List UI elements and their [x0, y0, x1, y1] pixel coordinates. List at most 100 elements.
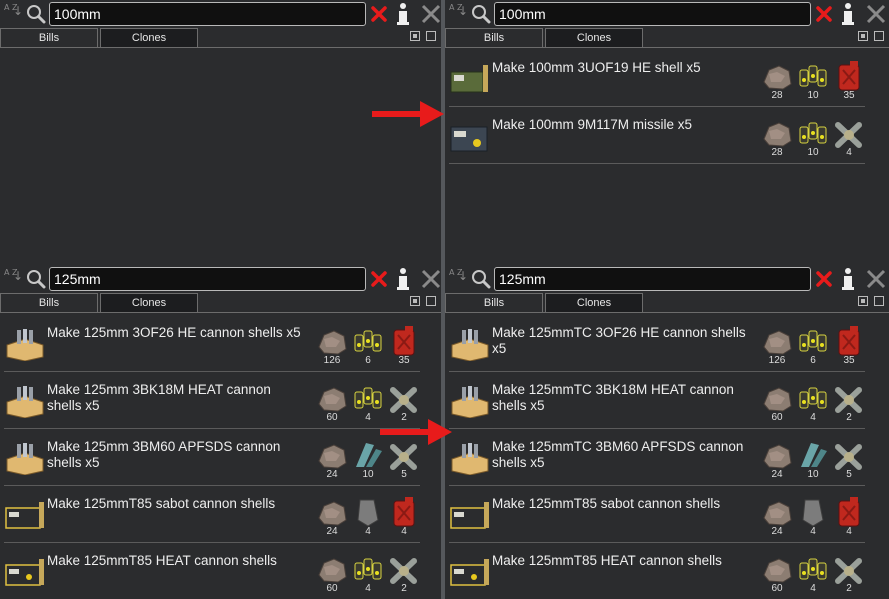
bill-row[interactable]: Make 125mmT85 HEAT cannon shells 60 4 2	[449, 543, 865, 599]
ingredient: 28	[760, 117, 794, 158]
plasteel-icon	[801, 443, 827, 467]
bill-label: Make 100mm 9M117M missile x5	[492, 117, 693, 132]
bill-row[interactable]: Make 125mmTC 3OF26 HE cannon shells x5 12…	[449, 315, 865, 372]
components-icon	[799, 558, 827, 580]
ingredient: 4	[351, 496, 385, 537]
tab-clones[interactable]: Clones	[545, 293, 643, 312]
bill-row[interactable]: Make 100mm 3UOF19 HE shell x5 28 10 35	[449, 50, 865, 107]
steel-icon	[318, 387, 347, 412]
sort-az-icon[interactable]: A Z ↓	[449, 3, 468, 25]
slate-icon	[802, 499, 824, 527]
steel-icon	[318, 444, 347, 469]
ingredient: 10	[796, 439, 830, 480]
ingredient-count: 4	[365, 583, 371, 594]
ingredient-count: 4	[365, 526, 371, 537]
paste-button[interactable]	[858, 31, 868, 41]
tab-bar: Bills Clones	[0, 28, 441, 48]
search-bar: A Z ↓	[0, 265, 441, 293]
bill-row[interactable]: Make 100mm 9M117M missile x5 28 10 4	[449, 107, 865, 164]
close-icon[interactable]	[865, 267, 887, 291]
ingredient: 2	[832, 553, 866, 594]
search-input[interactable]	[494, 267, 811, 291]
paste-button[interactable]	[858, 296, 868, 306]
paste-button[interactable]	[410, 31, 420, 41]
tab-underline	[0, 312, 441, 313]
bill-row[interactable]: Make 125mmTC 3BM60 APFSDS cannon shells …	[449, 429, 865, 486]
clear-search-button[interactable]	[815, 269, 833, 289]
tab-bills[interactable]: Bills	[445, 28, 543, 47]
ingredient: 10	[796, 117, 830, 158]
steel-icon	[763, 330, 792, 355]
paste-button[interactable]	[410, 296, 420, 306]
copy-button[interactable]	[426, 31, 436, 41]
advanced-component-icon	[390, 558, 417, 584]
bill-row[interactable]: Make 125mm 3OF26 HE cannon shells x5 126 6…	[4, 315, 420, 372]
components-icon	[354, 387, 382, 409]
panel-top-right: A Z↓BillsClonesMake 100mm 3UOF19 HE shel…	[445, 0, 889, 265]
shell-box-icon	[6, 443, 44, 475]
tab-clones[interactable]: Clones	[100, 28, 198, 47]
advanced-component-icon	[835, 387, 862, 413]
bill-row[interactable]: Make 125mmT85 sabot cannon shells 24 4 4	[4, 486, 420, 543]
steel-icon	[318, 558, 347, 583]
tab-bills[interactable]: Bills	[0, 28, 98, 47]
slate-icon	[357, 499, 379, 527]
bill-row[interactable]: Make 125mmT85 HEAT cannon shells 60 4 2	[4, 543, 420, 599]
search-input[interactable]	[49, 267, 366, 291]
he-shell-crate-icon	[450, 65, 488, 93]
tab-bills[interactable]: Bills	[445, 293, 543, 312]
magnifier-icon	[27, 270, 46, 289]
tab-clones[interactable]: Clones	[100, 293, 198, 312]
tab-bills[interactable]: Bills	[0, 293, 98, 312]
clear-search-button[interactable]	[370, 4, 388, 24]
ingredient-count: 5	[401, 469, 407, 480]
bill-label: Make 125mmT85 HEAT cannon shells	[492, 553, 722, 568]
search-bar: A Z ↓	[0, 0, 441, 28]
search-input[interactable]	[494, 2, 811, 26]
heat-crate-icon	[5, 559, 44, 586]
ingredient-count: 10	[362, 469, 374, 480]
clear-search-button[interactable]	[815, 4, 833, 24]
search-input[interactable]	[49, 2, 366, 26]
copy-button[interactable]	[874, 31, 884, 41]
ingredient-count: 4	[810, 412, 816, 423]
ingredient-count: 28	[771, 90, 783, 101]
close-icon[interactable]	[865, 2, 887, 26]
steel-icon	[763, 122, 792, 147]
ingredient: 4	[796, 553, 830, 594]
close-icon[interactable]	[420, 2, 441, 26]
shell-box-icon	[451, 329, 489, 361]
copy-button[interactable]	[426, 296, 436, 306]
red-arrow-icon	[380, 419, 452, 445]
tab-underline	[445, 47, 889, 48]
sort-az-icon[interactable]: A Z ↓	[449, 268, 468, 290]
bill-row[interactable]: Make 125mm 3BK18M HEAT cannon shells x5 6…	[4, 372, 420, 429]
advanced-component-icon	[835, 122, 862, 148]
tab-bar: Bills Clones	[445, 28, 889, 48]
bill-row[interactable]: Make 125mmT85 sabot cannon shells 24 4 4	[449, 486, 865, 543]
ingredient-count: 4	[846, 526, 852, 537]
bill-row[interactable]: Make 125mm 3BM60 APFSDS cannon shells x5…	[4, 429, 420, 486]
ingredient-count: 35	[398, 355, 410, 366]
ingredient: 4	[351, 382, 385, 423]
tab-clones[interactable]: Clones	[545, 28, 643, 47]
clear-search-button[interactable]	[370, 269, 388, 289]
info-icon[interactable]	[841, 267, 855, 291]
advanced-component-icon	[390, 387, 417, 413]
copy-button[interactable]	[874, 296, 884, 306]
info-icon[interactable]	[841, 2, 855, 26]
bill-row[interactable]: Make 125mmTC 3BK18M HEAT cannon shells x…	[449, 372, 865, 429]
ingredient: 4	[832, 496, 866, 537]
sort-az-icon[interactable]: A Z ↓	[4, 268, 23, 290]
sort-az-icon[interactable]: A Z ↓	[4, 3, 23, 25]
close-icon[interactable]	[420, 267, 441, 291]
bill-label: Make 125mmT85 sabot cannon shells	[47, 496, 276, 511]
bill-label: Make 125mmTC 3OF26 HE cannon shells x5	[492, 325, 746, 356]
chemfuel-can-icon	[393, 497, 415, 527]
ingredient-count: 2	[401, 583, 407, 594]
info-icon[interactable]	[396, 267, 410, 291]
components-icon	[354, 330, 382, 352]
bill-label: Make 125mm 3BM60 APFSDS cannon shells x5	[47, 439, 281, 470]
info-icon[interactable]	[396, 2, 410, 26]
steel-icon	[763, 65, 792, 90]
